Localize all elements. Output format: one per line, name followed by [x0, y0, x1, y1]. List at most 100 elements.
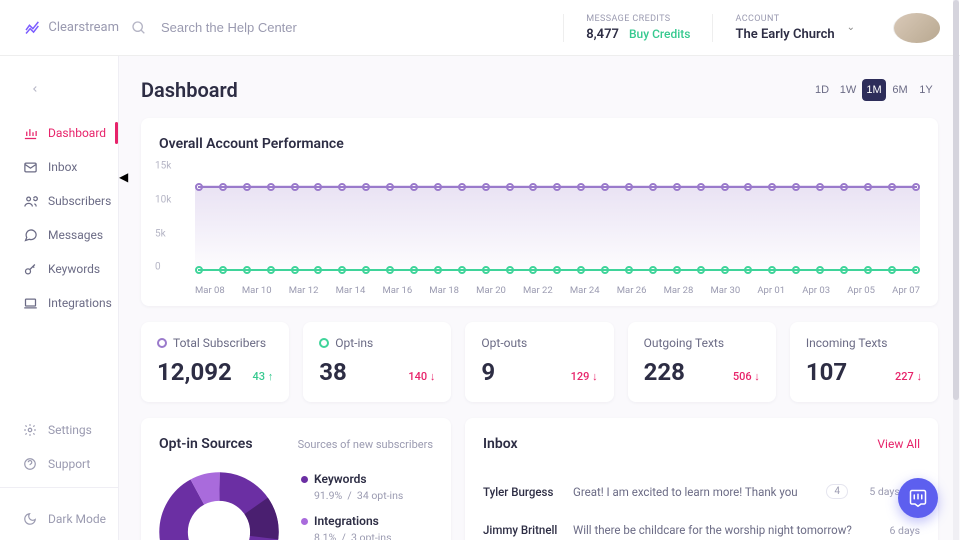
users-icon [22, 193, 38, 209]
legend-title: Integrations [301, 514, 403, 528]
legend-detail: 8.1% / 3 opt-ins [314, 531, 403, 540]
legend: Keywords91.9% / 34 opt-ins Integrations 8.… [301, 472, 403, 540]
sidebar-item-keywords[interactable]: Keywords [0, 252, 118, 286]
stat-delta: 140 ↓ [408, 370, 435, 383]
range-6m[interactable]: 6M [888, 79, 912, 101]
area-fill [195, 185, 920, 270]
x-tick: Mar 16 [382, 285, 412, 296]
x-tick: Mar 28 [664, 285, 694, 296]
x-tick: Apr 03 [802, 285, 830, 296]
search[interactable] [131, 20, 563, 36]
sidebar-item-label: Support [48, 457, 90, 471]
chevron-left-icon [30, 84, 40, 94]
ring-icon [157, 338, 167, 348]
search-input[interactable] [161, 20, 381, 35]
x-tick: Mar 12 [289, 285, 319, 296]
y-tick: 10k [155, 194, 171, 205]
sidebar-item-dashboard[interactable]: Dashboard [0, 116, 118, 150]
dot-icon [301, 476, 308, 483]
chart-icon [22, 125, 38, 141]
scrollbar[interactable] [953, 0, 959, 540]
buy-credits-link[interactable]: Buy Credits [629, 27, 691, 41]
inbox-message[interactable]: Jimmy BritnellWill there be childcare fo… [483, 511, 920, 540]
range-1m[interactable]: 1M [862, 79, 886, 101]
stat-delta: 506 ↓ [733, 370, 760, 383]
view-all-link[interactable]: View All [877, 437, 920, 451]
brand-name: Clearstream [48, 20, 119, 35]
donut-chart[interactable] [159, 472, 279, 540]
range-1y[interactable]: 1Y [914, 79, 938, 101]
x-tick: Mar 24 [570, 285, 600, 296]
range-1w[interactable]: 1W [836, 79, 860, 101]
x-tick: Mar 18 [429, 285, 459, 296]
time-range-selector: 1D1W1M6M1Y [810, 79, 938, 101]
stat-incoming-texts[interactable]: Incoming Texts107227 ↓ [790, 322, 938, 402]
x-tick: Apr 07 [892, 285, 920, 296]
dark-mode-label: Dark Mode [48, 512, 106, 526]
sidebar-item-settings[interactable]: Settings [0, 413, 118, 447]
account-label: ACCOUNT [735, 14, 834, 24]
inbox-card: Inbox View All Tyler BurgessGreat! I am … [465, 418, 938, 540]
message-sender: Jimmy Britnell [483, 523, 573, 537]
dot-icon [301, 518, 308, 525]
x-tick: Mar 10 [242, 285, 272, 296]
range-1d[interactable]: 1D [810, 79, 834, 101]
sidebar-item-integrations[interactable]: Integrations [0, 286, 118, 320]
sidebar: Dashboard Inbox Subscribers Messages Keyword… [0, 56, 119, 540]
sidebar-item-label: Subscribers [48, 194, 111, 208]
intercom-icon [909, 489, 927, 507]
stat-label: Opt-ins [319, 336, 435, 350]
header: Clearstream MESSAGE CREDITS 8,477 Buy Cr… [0, 0, 960, 56]
chevron-down-icon: ⌄ [847, 22, 855, 33]
inbox-list: Tyler BurgessGreat! I am excited to lear… [483, 472, 920, 540]
moon-icon [22, 511, 38, 527]
stat-label: Opt-outs [481, 336, 597, 350]
stat-value: 9 [481, 358, 495, 386]
sidebar-item-label: Dashboard [48, 126, 106, 140]
avatar[interactable] [893, 13, 940, 43]
logo[interactable]: Clearstream [24, 19, 119, 37]
chart-area[interactable]: 15k 10k 5k 0 Mar 08Mar 10Mar 12Mar 14Mar… [159, 166, 920, 296]
message-credits: MESSAGE CREDITS 8,477 Buy Credits [563, 14, 712, 42]
credits-value: 8,477 [586, 27, 619, 42]
sidebar-item-messages[interactable]: Messages [0, 218, 118, 252]
inbox-message[interactable]: Tyler BurgessGreat! I am excited to lear… [483, 472, 920, 511]
sidebar-item-subscribers[interactable]: Subscribers [0, 184, 118, 218]
stat-label: Total Subscribers [157, 336, 273, 350]
inbox-title: Inbox [483, 436, 518, 452]
account-name: The Early Church [735, 27, 834, 42]
stat-delta: 129 ↓ [571, 370, 598, 383]
stat-total-subscribers[interactable]: Total Subscribers 12,092 43 ↑ [141, 322, 289, 402]
collapse-sidebar-button[interactable] [22, 76, 48, 102]
intercom-launcher[interactable] [898, 478, 938, 518]
credits-label: MESSAGE CREDITS [586, 14, 690, 24]
stat-value: 228 [644, 358, 685, 386]
main-content: ◀ Dashboard 1D1W1M6M1Y Overall Account P… [119, 56, 960, 540]
sidebar-item-label: Settings [48, 423, 92, 437]
sidebar-item-label: Messages [48, 228, 103, 242]
stat-value: 38 [319, 358, 347, 386]
stat-value: 12,092 [157, 358, 232, 386]
y-tick: 5k [155, 228, 166, 239]
stat-outgoing-texts[interactable]: Outgoing Texts228506 ↓ [628, 322, 776, 402]
message-preview: Great! I am excited to learn more! Thank… [573, 485, 826, 499]
sidebar-item-inbox[interactable]: Inbox [0, 150, 118, 184]
stat-delta: 227 ↓ [895, 370, 922, 383]
legend-item[interactable]: Integrations 8.1% / 3 opt-ins [301, 514, 403, 540]
message-sender: Tyler Burgess [483, 485, 573, 499]
account-switcher[interactable]: ACCOUNT The Early Church ⌄ [712, 14, 877, 42]
gear-icon [22, 422, 38, 438]
chart-title: Overall Account Performance [159, 136, 920, 152]
sidebar-item-dark-mode[interactable]: Dark Mode [0, 502, 118, 536]
stat-delta: 43 ↑ [252, 370, 273, 383]
series-subscribers [195, 183, 920, 191]
legend-item[interactable]: Keywords91.9% / 34 opt-ins [301, 472, 403, 502]
x-tick: Mar 22 [523, 285, 553, 296]
x-axis: Mar 08Mar 10Mar 12Mar 14Mar 16Mar 18Mar … [195, 285, 920, 296]
stat-value: 107 [806, 358, 847, 386]
legend-detail: 91.9% / 34 opt-ins [314, 489, 403, 502]
stat-opt-ins[interactable]: Opt-ins 38 140 ↓ [303, 322, 451, 402]
optin-title: Opt-in Sources [159, 436, 253, 452]
sidebar-item-support[interactable]: Support [0, 447, 118, 481]
stat-opt-outs[interactable]: Opt-outs 9 129 ↓ [465, 322, 613, 402]
